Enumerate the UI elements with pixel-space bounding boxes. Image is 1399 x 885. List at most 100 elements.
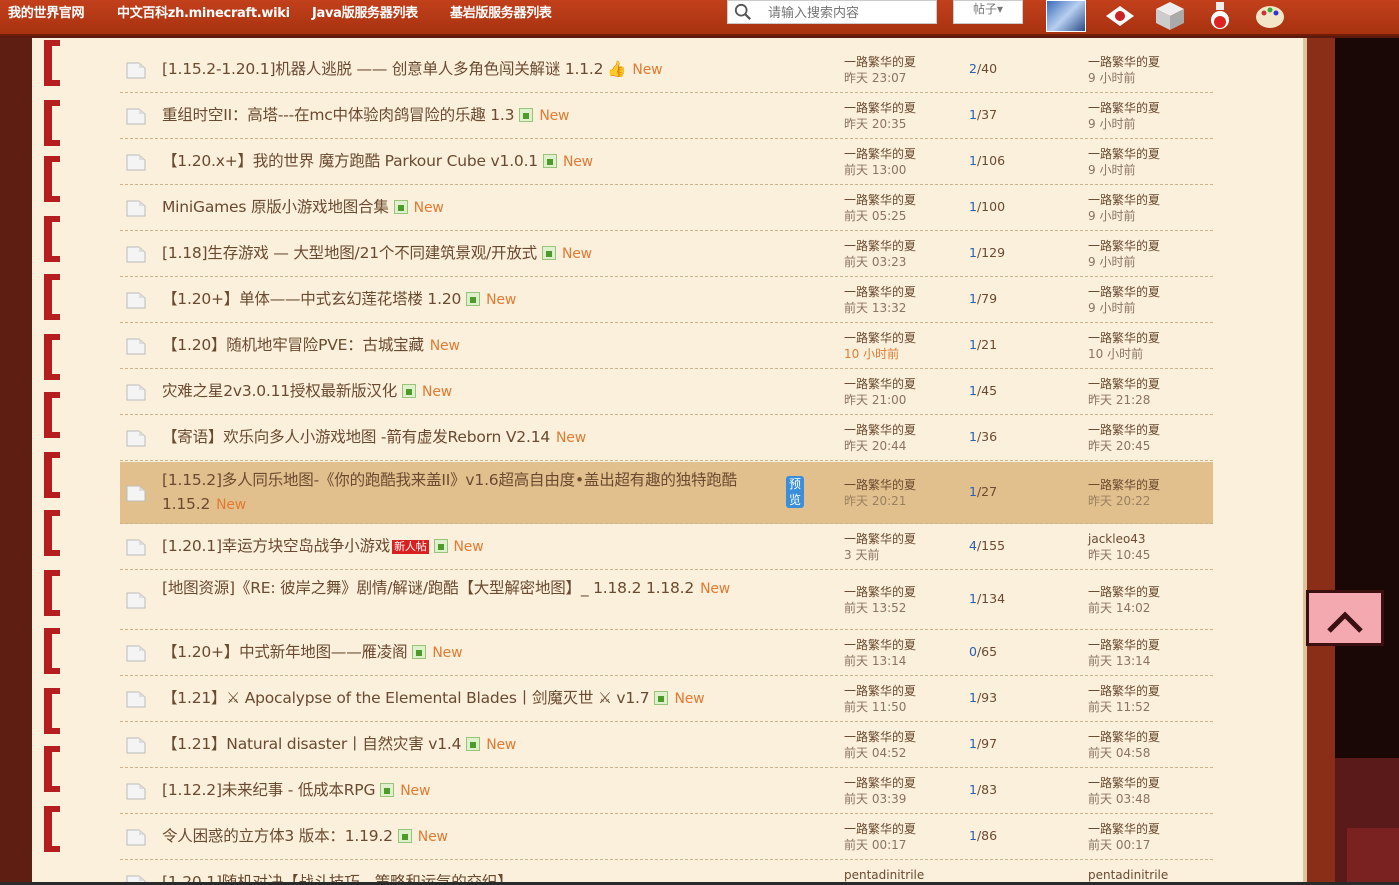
thread-row[interactable]: 【1.20.x+】我的世界 魔方跑酷 Parkour Cube v1.0.1 Ne… bbox=[120, 139, 1213, 185]
block-icon[interactable] bbox=[1152, 0, 1188, 32]
nav-link-bedrock-servers[interactable]: 基岩版服务器列表 bbox=[450, 2, 552, 21]
thread-row[interactable]: 【1.20+】中式新年地图——雁凌阁 New 一路繁华的夏 前天 13:14 0/65 一… bbox=[120, 630, 1213, 676]
thread-title[interactable]: 令人困惑的立方体3 版本：1.19.2 New bbox=[162, 824, 782, 849]
last-reply-date[interactable]: 9 小时前 bbox=[1088, 300, 1208, 316]
last-reply-date[interactable]: 昨天 20:45 bbox=[1088, 438, 1208, 454]
author-name[interactable]: 一路繁华的夏 bbox=[844, 100, 954, 116]
thread-title-text[interactable]: [1.15.2-1.20.1]机器人逃脱 —— 创意单人多角色闯关解谜 1.1.… bbox=[162, 60, 604, 78]
thread-title-text[interactable]: MiniGames 原版小游戏地图合集 bbox=[162, 198, 389, 216]
potion-icon[interactable] bbox=[1202, 0, 1238, 32]
thread-title-text[interactable]: 【1.20.x+】我的世界 魔方跑酷 Parkour Cube v1.0.1 bbox=[162, 152, 538, 170]
thread-title-text[interactable]: 【1.21】⚔ Apocalypse of the Elemental Blad… bbox=[162, 689, 650, 707]
thread-title[interactable]: 【1.20】随机地牢冒险PVE：古城宝藏 New bbox=[162, 333, 782, 358]
last-reply-user[interactable]: 一路繁华的夏 bbox=[1088, 477, 1208, 493]
thread-row[interactable]: 【1.20】随机地牢冒险PVE：古城宝藏 New 一路繁华的夏 10 小时前 1/21 一… bbox=[120, 323, 1213, 369]
thread-title-text[interactable]: [1.20.1]幸运方块空岛战争小游戏 bbox=[162, 537, 390, 555]
last-reply-user[interactable]: 一路繁华的夏 bbox=[1088, 584, 1208, 600]
search-type-select[interactable]: 帖子▾ bbox=[953, 0, 1023, 24]
thread-title[interactable]: [地图资源]《RE: 彼岸之舞》剧情/解谜/跑酷【大型解密地图】_ 1.18.2… bbox=[162, 576, 782, 601]
last-reply-date[interactable]: 前天 11:52 bbox=[1088, 699, 1208, 715]
thread-row[interactable]: 灾难之星2v3.0.11授权最新版汉化 New 一路繁华的夏 昨天 21:00 1/45… bbox=[120, 369, 1213, 415]
last-reply-user[interactable]: 一路繁华的夏 bbox=[1088, 637, 1208, 653]
last-reply-user[interactable]: 一路繁华的夏 bbox=[1088, 330, 1208, 346]
thread-title-text[interactable]: 【1.21】Natural disaster丨自然灾害 v1.4 bbox=[162, 735, 461, 753]
author-name[interactable]: 一路繁华的夏 bbox=[844, 477, 954, 493]
thread-row[interactable]: [1.15.2-1.20.1]机器人逃脱 —— 创意单人多角色闯关解谜 1.1.… bbox=[120, 47, 1213, 93]
last-reply-user[interactable]: 一路繁华的夏 bbox=[1088, 192, 1208, 208]
thread-title-text[interactable]: 重组时空II：高塔---在mc中体验肉鸽冒险的乐趣 1.3 bbox=[162, 106, 515, 124]
thread-row[interactable]: 令人困惑的立方体3 版本：1.19.2 New 一路繁华的夏 前天 00:17 1/86… bbox=[120, 814, 1213, 860]
nav-link-wiki[interactable]: 中文百科zh.minecraft.wiki bbox=[117, 2, 290, 21]
author-name[interactable]: 一路繁华的夏 bbox=[844, 330, 954, 346]
thread-title[interactable]: [1.15.2-1.20.1]机器人逃脱 —— 创意单人多角色闯关解谜 1.1.… bbox=[162, 57, 782, 82]
nav-link-java-servers[interactable]: Java版服务器列表 bbox=[312, 2, 418, 21]
author-name[interactable]: 一路繁华的夏 bbox=[844, 376, 954, 392]
search-input[interactable] bbox=[768, 4, 928, 22]
thread-title-text[interactable]: [1.15.2]多人同乐地图-《你的跑酷我来盖II》v1.6超高自由度•盖出超有… bbox=[162, 471, 737, 513]
author-name[interactable]: 一路繁华的夏 bbox=[844, 683, 954, 699]
thread-title[interactable]: MiniGames 原版小游戏地图合集 New bbox=[162, 195, 782, 220]
preview-badge[interactable]: 预览 bbox=[786, 476, 804, 508]
thread-row[interactable]: 【1.21】Natural disaster丨自然灾害 v1.4 New 一路繁华的… bbox=[120, 722, 1213, 768]
thread-row[interactable]: 【寄语】欢乐向多人小游戏地图 -箭有虚发Reborn V2.14 New 一路繁华的… bbox=[120, 415, 1213, 461]
last-reply-user[interactable]: 一路繁华的夏 bbox=[1088, 54, 1208, 70]
author-name[interactable]: 一路繁华的夏 bbox=[844, 284, 954, 300]
thread-title[interactable]: 【1.20+】中式新年地图——雁凌阁 New bbox=[162, 640, 782, 665]
palette-icon[interactable] bbox=[1252, 0, 1288, 32]
last-reply-user[interactable]: 一路繁华的夏 bbox=[1088, 376, 1208, 392]
thread-title[interactable]: 重组时空II：高塔---在mc中体验肉鸽冒险的乐趣 1.3 New bbox=[162, 103, 782, 128]
author-name[interactable]: pentadinitrile bbox=[844, 867, 954, 883]
thread-title-text[interactable]: [1.18]生存游戏 — 大型地图/21个不同建筑景观/开放式 bbox=[162, 244, 537, 262]
thread-title-text[interactable]: 灾难之星2v3.0.11授权最新版汉化 bbox=[162, 382, 397, 400]
author-name[interactable]: 一路繁华的夏 bbox=[844, 821, 954, 837]
last-reply-user[interactable]: 一路繁华的夏 bbox=[1088, 284, 1208, 300]
thread-title[interactable]: [1.20.1]幸运方块空岛战争小游戏 新人帖 New bbox=[162, 534, 782, 559]
last-reply-date[interactable]: 前天 13:14 bbox=[1088, 653, 1208, 669]
last-reply-date[interactable]: 9 小时前 bbox=[1088, 162, 1208, 178]
last-reply-user[interactable]: 一路繁华的夏 bbox=[1088, 775, 1208, 791]
last-reply-user[interactable]: jackleo43 bbox=[1088, 531, 1208, 547]
last-reply-date[interactable]: 9 小时前 bbox=[1088, 254, 1208, 270]
author-name[interactable]: 一路繁华的夏 bbox=[844, 422, 954, 438]
thread-title[interactable]: [1.12.2]未来纪事 - 低成本RPG New bbox=[162, 778, 782, 803]
last-reply-date[interactable]: 9 小时前 bbox=[1088, 70, 1208, 86]
search-icon[interactable] bbox=[734, 3, 752, 21]
thread-row[interactable]: [1.12.2]未来纪事 - 低成本RPG New 一路繁华的夏 前天 03:39 1/… bbox=[120, 768, 1213, 814]
last-reply-user[interactable]: pentadinitrile bbox=[1088, 867, 1208, 883]
nav-link-official[interactable]: 我的世界官网 bbox=[8, 2, 85, 21]
thread-title[interactable]: 【1.20.x+】我的世界 魔方跑酷 Parkour Cube v1.0.1 Ne… bbox=[162, 149, 782, 174]
thread-title[interactable]: 灾难之星2v3.0.11授权最新版汉化 New bbox=[162, 379, 782, 404]
last-reply-user[interactable]: 一路繁华的夏 bbox=[1088, 683, 1208, 699]
last-reply-date[interactable]: 前天 04:58 bbox=[1088, 745, 1208, 761]
last-reply-date[interactable]: 10 小时前 bbox=[1088, 346, 1208, 362]
thread-title-text[interactable]: 【1.20+】单体——中式玄幻莲花塔楼 1.20 bbox=[162, 290, 461, 308]
thread-row[interactable]: [1.18]生存游戏 — 大型地图/21个不同建筑景观/开放式 New 一路繁华的夏… bbox=[120, 231, 1213, 277]
last-reply-date[interactable]: 9 小时前 bbox=[1088, 116, 1208, 132]
thread-title[interactable]: [1.18]生存游戏 — 大型地图/21个不同建筑景观/开放式 New bbox=[162, 241, 782, 266]
author-name[interactable]: 一路繁华的夏 bbox=[844, 192, 954, 208]
thread-row[interactable]: 重组时空II：高塔---在mc中体验肉鸽冒险的乐趣 1.3 New 一路繁华的夏 昨天… bbox=[120, 93, 1213, 139]
last-reply-user[interactable]: 一路繁华的夏 bbox=[1088, 422, 1208, 438]
thread-row[interactable]: [1.20.1]幸运方块空岛战争小游戏 新人帖 New 一路繁华的夏 3 天前 4/155… bbox=[120, 524, 1213, 570]
author-name[interactable]: 一路繁华的夏 bbox=[844, 729, 954, 745]
author-name[interactable]: 一路繁华的夏 bbox=[844, 637, 954, 653]
thread-title[interactable]: [1.15.2]多人同乐地图-《你的跑酷我来盖II》v1.6超高自由度•盖出超有… bbox=[162, 468, 804, 517]
thread-title[interactable]: 【1.21】⚔ Apocalypse of the Elemental Blad… bbox=[162, 686, 782, 711]
thread-title-text[interactable]: 令人困惑的立方体3 版本：1.19.2 bbox=[162, 827, 393, 845]
last-reply-date[interactable]: 昨天 20:22 bbox=[1088, 493, 1208, 509]
thread-title-text[interactable]: 【寄语】欢乐向多人小游戏地图 -箭有虚发Reborn V2.14 bbox=[162, 428, 550, 446]
thread-title[interactable]: 【1.21】Natural disaster丨自然灾害 v1.4 New bbox=[162, 732, 782, 757]
thread-title-text[interactable]: 【1.20】随机地牢冒险PVE：古城宝藏 bbox=[162, 336, 424, 354]
author-name[interactable]: 一路繁华的夏 bbox=[844, 238, 954, 254]
thread-row[interactable]: [1.15.2]多人同乐地图-《你的跑酷我来盖II》v1.6超高自由度•盖出超有… bbox=[120, 462, 1213, 524]
thread-title-text[interactable]: [1.12.2]未来纪事 - 低成本RPG bbox=[162, 781, 375, 799]
last-reply-date[interactable]: 昨天 10:45 bbox=[1088, 547, 1208, 563]
thread-row[interactable]: [地图资源]《RE: 彼岸之舞》剧情/解谜/跑酷【大型解密地图】_ 1.18.2… bbox=[120, 570, 1213, 630]
last-reply-user[interactable]: 一路繁华的夏 bbox=[1088, 238, 1208, 254]
thread-row[interactable]: 【1.20+】单体——中式玄幻莲花塔楼 1.20 New 一路繁华的夏 前天 13:3… bbox=[120, 277, 1213, 323]
last-reply-user[interactable]: 一路繁华的夏 bbox=[1088, 821, 1208, 837]
last-reply-date[interactable]: 前天 00:17 bbox=[1088, 837, 1208, 853]
last-reply-date[interactable]: 昨天 21:28 bbox=[1088, 392, 1208, 408]
author-name[interactable]: 一路繁华的夏 bbox=[844, 775, 954, 791]
last-reply-user[interactable]: 一路繁华的夏 bbox=[1088, 729, 1208, 745]
